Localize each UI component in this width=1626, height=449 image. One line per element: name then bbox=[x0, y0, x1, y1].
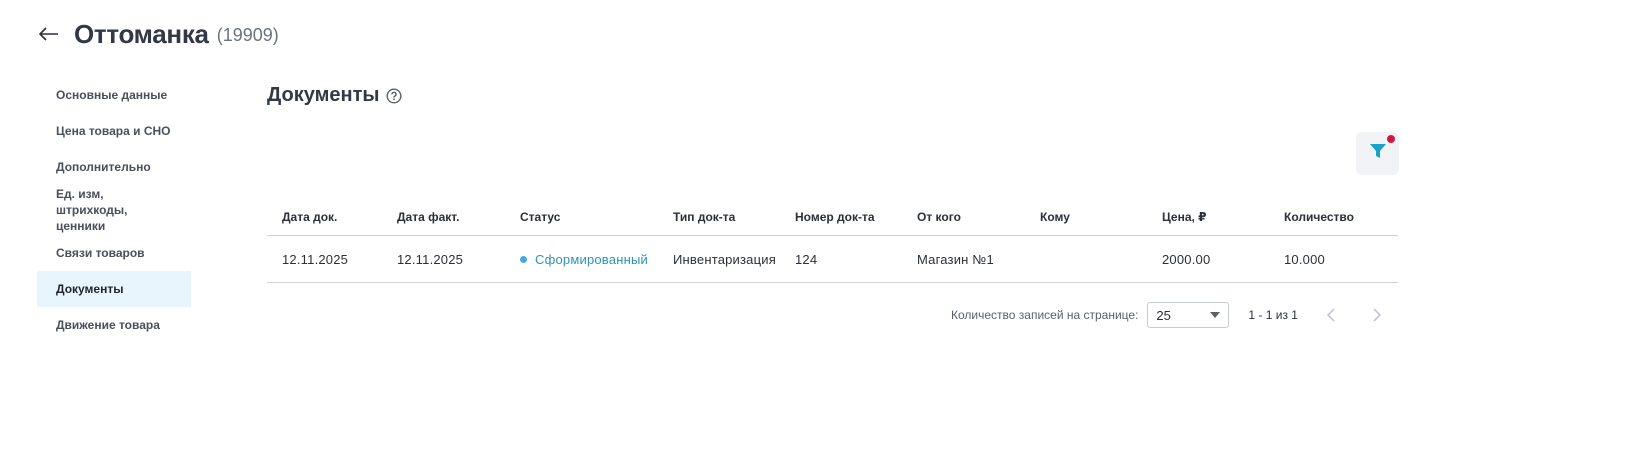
sidebar-item-label: Документы bbox=[56, 282, 124, 296]
section-title: Документы bbox=[267, 84, 380, 106]
pagination-range: 1 - 1 из 1 bbox=[1248, 308, 1298, 322]
cell-doc-number: 124 bbox=[795, 251, 818, 267]
column-header[interactable]: Цена, ₽ bbox=[1162, 210, 1207, 224]
per-page-label: Количество записей на странице: bbox=[951, 308, 1139, 322]
prev-page-button[interactable] bbox=[1320, 304, 1342, 326]
chevron-right-icon bbox=[1373, 308, 1382, 322]
sidebar-item-movement[interactable]: Движение товара bbox=[37, 307, 191, 343]
cell-date-fact: 12.11.2025 bbox=[397, 251, 464, 267]
page-title: Оттоманка bbox=[74, 18, 209, 49]
sidebar-item-label: Цена товара и СНО bbox=[56, 124, 171, 138]
column-header[interactable]: Статус bbox=[520, 210, 560, 224]
table-row[interactable]: 12.11.2025 12.11.2025 Сформированный Инв… bbox=[267, 236, 1398, 283]
sidebar-nav: Основные данные Цена товара и СНО Дополн… bbox=[37, 77, 191, 343]
column-header[interactable]: Тип док-та bbox=[673, 210, 735, 224]
sidebar-item-units-barcodes[interactable]: Ед. изм, штрихкоды, ценники bbox=[37, 185, 191, 235]
sidebar-item-label: Основные данные bbox=[56, 88, 168, 102]
column-header[interactable]: От кого bbox=[917, 210, 961, 224]
status-label: Сформированный bbox=[535, 251, 648, 267]
column-header[interactable]: Номер док-та bbox=[795, 210, 875, 224]
status-dot-icon bbox=[520, 255, 527, 263]
cell-from: Магазин №1 bbox=[917, 251, 994, 267]
column-header[interactable]: Дата док. bbox=[282, 210, 337, 224]
table-header: Дата док. Дата факт. Статус Тип док-та Н… bbox=[267, 198, 1398, 236]
section-header: Документы bbox=[267, 84, 402, 107]
sidebar-item-main-data[interactable]: Основные данные bbox=[37, 77, 191, 113]
filter-icon bbox=[1369, 142, 1387, 165]
sidebar-item-links[interactable]: Связи товаров bbox=[37, 235, 191, 271]
sidebar-item-label: Ед. изм, штрихкоды, ценники bbox=[56, 187, 128, 233]
sidebar-item-label: Связи товаров bbox=[56, 246, 145, 260]
sidebar-item-price[interactable]: Цена товара и СНО bbox=[37, 113, 191, 149]
sidebar-item-documents[interactable]: Документы bbox=[37, 271, 191, 307]
column-header[interactable]: Кому bbox=[1040, 210, 1070, 224]
page-header: Оттоманка (19909) bbox=[38, 16, 279, 52]
documents-table: Дата док. Дата факт. Статус Тип док-та Н… bbox=[267, 198, 1398, 283]
next-page-button[interactable] bbox=[1366, 304, 1388, 326]
filter-button[interactable] bbox=[1356, 132, 1399, 175]
sidebar-item-additional[interactable]: Дополнительно bbox=[37, 149, 191, 185]
product-id: (19909) bbox=[216, 25, 279, 45]
cell-status: Сформированный bbox=[520, 252, 648, 267]
chevron-left-icon bbox=[1326, 308, 1335, 322]
column-header[interactable]: Дата факт. bbox=[397, 210, 459, 224]
per-page-select[interactable]: 25 bbox=[1147, 302, 1230, 328]
cell-doc-type: Инвентаризация bbox=[673, 251, 776, 267]
per-page-value: 25 bbox=[1156, 307, 1171, 323]
back-arrow-icon[interactable] bbox=[38, 23, 60, 45]
cell-price: 2000.00 bbox=[1162, 251, 1211, 267]
sidebar-item-label: Движение товара bbox=[56, 318, 160, 332]
help-icon[interactable] bbox=[386, 87, 402, 104]
filter-active-badge bbox=[1387, 135, 1395, 143]
cell-quantity: 10.000 bbox=[1284, 251, 1325, 267]
chevron-down-icon bbox=[1210, 312, 1221, 318]
column-header[interactable]: Количество bbox=[1284, 210, 1354, 224]
cell-date-doc: 12.11.2025 bbox=[282, 251, 349, 267]
sidebar-item-label: Дополнительно bbox=[56, 160, 151, 174]
pagination: Количество записей на странице: 25 1 - 1… bbox=[951, 302, 1388, 328]
